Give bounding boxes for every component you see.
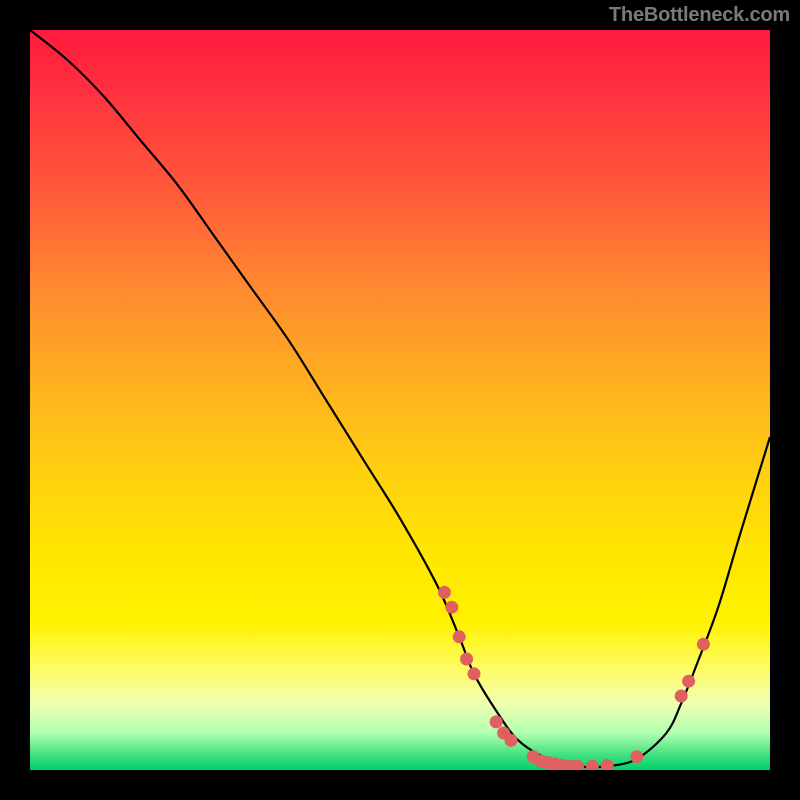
curve-marker — [601, 759, 614, 770]
curve-svg — [30, 30, 770, 770]
curve-marker — [490, 715, 503, 728]
bottleneck-curve — [30, 30, 770, 767]
curve-marker — [586, 760, 599, 770]
curve-marker — [468, 667, 481, 680]
plot-area — [30, 30, 770, 770]
curve-marker — [505, 734, 518, 747]
curve-marker — [438, 586, 451, 599]
curve-marker — [453, 630, 466, 643]
curve-marker — [682, 675, 695, 688]
attribution-text: TheBottleneck.com — [609, 4, 790, 27]
curve-marker — [630, 750, 643, 763]
curve-marker — [445, 601, 458, 614]
curve-marker — [460, 653, 473, 666]
curve-marker — [675, 690, 688, 703]
chart-container: TheBottleneck.com — [0, 0, 800, 800]
curve-markers — [438, 586, 710, 770]
curve-marker — [697, 638, 710, 651]
